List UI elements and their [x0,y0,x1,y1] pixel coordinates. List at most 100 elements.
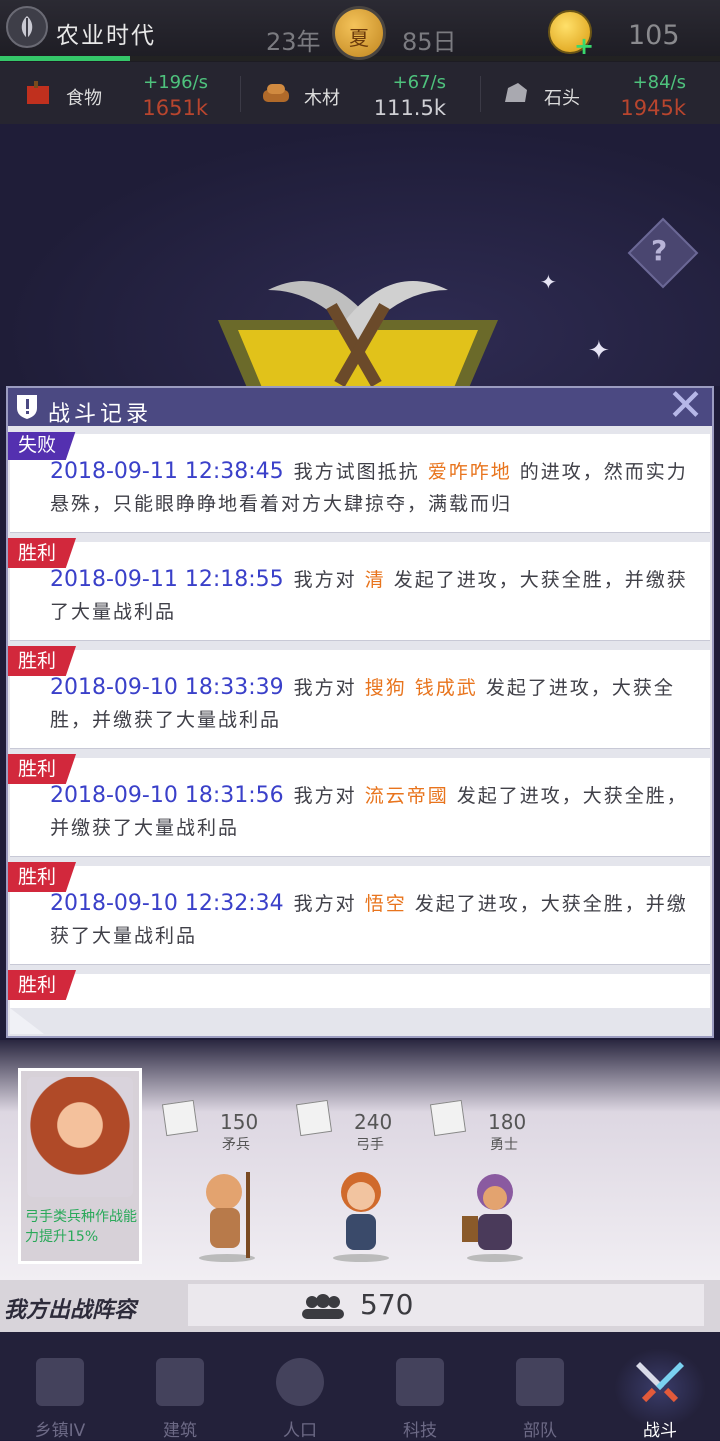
entry-pre: 我方对 [293,785,357,807]
resource-total: 1651k [142,96,208,120]
tech-book-icon [396,1358,444,1406]
resource-stone[interactable]: 石头 +84/s 1945k [502,62,686,124]
top-bar: 农业时代 23年 夏 85日 + 105 [0,0,720,62]
people-icon [302,1294,344,1319]
building-icon [156,1358,204,1406]
entry-time: 2018-09-11 12:38:45 [50,459,284,484]
lineup-area: 弓手类兵种作战能力提升15% 150 矛兵 240 弓手 180 勇士 [0,1040,720,1280]
entry-time: 2018-09-11 12:18:55 [50,567,284,592]
general-card[interactable]: 弓手类兵种作战能力提升15% [18,1068,142,1264]
entry-text: 2018-09-11 12:38:45 我方试图抵抗 爱咋咋地 的进攻，然而实力悬… [50,456,692,520]
resource-wood[interactable]: 木材 +67/s 111.5k [262,62,446,124]
era-wheat-icon[interactable] [6,6,48,48]
opponent-name[interactable]: 清 [365,569,386,591]
lineup-power: 570 [360,1288,414,1321]
entry-text: 2018-09-10 12:32:34 我方对 悟空 发起了进攻，大获全胜，并缴获… [50,888,692,952]
gold-count: 105 [628,20,680,51]
add-gold-icon[interactable]: + [574,32,594,60]
entry-text: 2018-09-11 12:18:55 我方对 清 发起了进攻，大获全胜，并缴获了… [50,564,692,628]
archer-figure [333,1172,389,1262]
entry-time: 2018-09-10 12:32:34 [50,891,284,916]
sparkle-icon: ✦ [540,270,557,294]
nav-building[interactable]: 建筑 [120,1332,240,1441]
general-portrait [27,1077,133,1197]
lineup-label: 我方出战阵容 [4,1298,137,1323]
unit-count: 240 [354,1110,393,1134]
entry-pre: 我方对 [293,677,357,699]
nav-label: 人口 [283,1421,317,1441]
opponent-name[interactable]: 搜狗 钱成武 [365,677,478,699]
era-name: 农业时代 [56,23,156,49]
resource-name: 木材 [304,88,340,109]
lineup-summary-bar: 我方出战阵容 570 [0,1280,720,1332]
day-label: 85日 [402,28,457,56]
stone-icon [505,83,527,102]
nav-population[interactable]: 人口 [240,1332,360,1441]
wood-logs-icon [263,84,289,102]
entry-text: 2018-09-10 18:31:56 我方对 流云帝國 发起了进攻，大获全胜，并… [50,780,692,844]
battle-log-entry[interactable]: 胜利 2018-09-10 18:33:39 我方对 搜狗 钱成武 发起了进攻，大… [8,646,710,748]
shield-icon [17,395,37,419]
unit-name: 矛兵 [222,1137,250,1153]
season-label: 夏 [349,26,369,50]
entry-pre: 我方对 [293,569,357,591]
resource-total: 111.5k [373,96,446,120]
nav-label: 战斗 [643,1421,677,1441]
unit-count: 180 [488,1110,527,1134]
entry-time: 2018-09-10 18:33:39 [50,675,284,700]
army-icon [516,1358,564,1406]
battle-log-entry[interactable]: 胜利 [8,970,710,1008]
resource-rate: +196/s [143,72,208,93]
dialog-corner-decoration [10,1008,44,1034]
battle-log-dialog: 战斗记录 ✕ 失败 2018-09-11 12:38:45 我方试图抵抗 爱咋咋地… [6,382,714,1038]
nav-army[interactable]: 部队 [480,1332,600,1441]
sword-icon [429,1099,467,1137]
battle-log-entry[interactable]: 胜利 2018-09-10 18:31:56 我方对 流云帝國 发起了进攻，大获全… [8,754,710,856]
dialog-header: 战斗记录 ✕ [8,382,712,430]
resource-food[interactable]: 食物 +196/s 1651k [24,62,208,124]
battle-scene-background: ✦ ✦ [0,124,720,390]
nav-tech[interactable]: 科技 [360,1332,480,1441]
resource-rate: +67/s [392,72,446,93]
nav-label: 建筑 [163,1421,197,1441]
unit-count: 150 [220,1110,259,1134]
opponent-name[interactable]: 爱咋咋地 [428,461,512,483]
battle-log-entry[interactable]: 失败 2018-09-11 12:38:45 我方试图抵抗 爱咋咋地 的进攻，然而… [8,432,710,532]
opponent-name[interactable]: 悟空 [365,893,407,915]
resource-bar: 食物 +196/s 1651k 木材 +67/s 111.5k 石头 +84/s… [0,62,720,124]
warrior-figure [462,1174,523,1262]
resource-total: 1945k [620,96,686,120]
spear-icon [161,1099,199,1137]
spearman-figure [199,1172,255,1262]
bow-icon [295,1099,333,1137]
era-progress-fill [0,56,130,61]
resource-name: 石头 [544,88,580,109]
town-icon [36,1358,84,1406]
unit-name: 弓手 [356,1137,384,1153]
entry-time: 2018-09-10 18:31:56 [50,783,284,808]
battle-swords-icon [636,1362,684,1403]
food-apple-icon [27,81,49,104]
opponent-name[interactable]: 流云帝國 [365,785,449,807]
unit-name: 勇士 [490,1137,518,1153]
resource-name: 食物 [66,88,102,109]
resource-rate: +84/s [632,72,686,93]
result-tag: 胜利 [8,970,77,1000]
population-icon [276,1358,324,1406]
question-mark-icon: ? [651,234,668,267]
entry-text: 2018-09-10 18:33:39 我方对 搜狗 钱成武 发起了进攻，大获全胜… [50,672,692,736]
crossed-pickaxes-icon [218,281,498,390]
nav-town[interactable]: 乡镇IV [0,1332,120,1441]
close-icon[interactable]: ✕ [667,382,704,430]
entry-pre: 我方试图抵抗 [293,461,420,483]
divider [480,76,481,112]
bottom-nav: 乡镇IV 建筑 人口 科技 部队 战斗 [0,1332,720,1441]
battle-log-entry[interactable]: 胜利 2018-09-11 12:18:55 我方对 清 发起了进攻，大获全胜，并… [8,538,710,640]
nav-battle[interactable]: 战斗 [600,1332,720,1441]
battle-log-entry[interactable]: 胜利 2018-09-10 12:32:34 我方对 悟空 发起了进攻，大获全胜，… [8,862,710,964]
battle-log-list[interactable]: 失败 2018-09-11 12:38:45 我方试图抵抗 爱咋咋地 的进攻，然而… [8,432,712,1008]
season-icon: 夏 [332,6,386,60]
entry-pre: 我方对 [293,893,357,915]
nav-label: 部队 [523,1421,557,1441]
dialog-title: 战斗记录 [48,402,153,427]
